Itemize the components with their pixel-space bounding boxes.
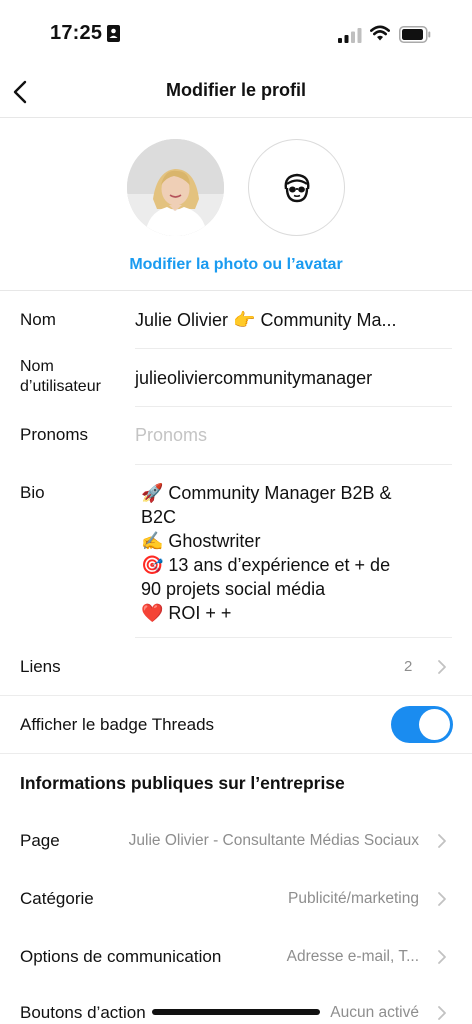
wifi-icon xyxy=(370,25,390,41)
username-label: Nom d’utilisateur xyxy=(20,357,101,397)
bio-line: 🚀 Community Manager B2B & xyxy=(141,483,392,503)
username-label-line2: d’utilisateur xyxy=(20,378,101,395)
edit-photo-link[interactable]: Modifier la photo ou l’avatar xyxy=(0,256,472,274)
business-row-value: Julie Olivier - Consultante Médias Socia… xyxy=(128,832,419,849)
business-row-contact-options[interactable]: Options de communication Adresse e-mail,… xyxy=(0,928,472,986)
bio-field[interactable]: 🚀 Community Manager B2B & B2C ✍️ Ghostwr… xyxy=(141,481,441,625)
business-row-value: Aucun activé xyxy=(330,1004,419,1021)
threads-badge-label: Afficher le badge Threads xyxy=(20,715,215,734)
username-label-line1: Nom xyxy=(20,358,54,375)
nav-bar: Modifier le profil xyxy=(0,70,472,118)
avatar-face-icon xyxy=(284,173,309,202)
toggle-knob xyxy=(419,709,450,740)
divider xyxy=(0,695,472,696)
business-info-title: Informations publiques sur l’entreprise xyxy=(20,773,345,793)
threads-badge-toggle[interactable] xyxy=(391,706,453,743)
business-row-page[interactable]: Page Julie Olivier - Consultante Médias … xyxy=(0,812,472,870)
bio-line: 🎯 13 ans d’expérience et + de xyxy=(141,555,391,575)
bio-line: 90 projets social média xyxy=(141,579,326,599)
chevron-right-icon xyxy=(438,892,446,906)
signal-icon xyxy=(338,28,362,43)
chevron-right-icon xyxy=(438,660,446,674)
chevron-right-icon xyxy=(438,950,446,964)
battery-icon xyxy=(399,26,431,43)
status-time: 17:25 xyxy=(50,22,103,44)
divider xyxy=(135,464,452,465)
status-bar: 17:25 xyxy=(0,0,472,70)
bio-line: ✍️ Ghostwriter xyxy=(141,531,261,551)
avatar-section: Modifier la photo ou l’avatar xyxy=(0,118,472,291)
business-row-category[interactable]: Catégorie Publicité/marketing xyxy=(0,870,472,928)
page-title: Modifier le profil xyxy=(165,80,306,100)
business-row-action-buttons[interactable]: Boutons d’action Aucun activé xyxy=(0,986,472,1024)
name-field[interactable]: Julie Olivier 👉 Community Ma... xyxy=(135,310,396,331)
chevron-right-icon xyxy=(438,834,446,848)
chevron-right-icon xyxy=(438,1006,446,1020)
profile-photo[interactable] xyxy=(127,139,224,236)
home-indicator xyxy=(152,1009,320,1015)
divider xyxy=(135,406,452,407)
divider xyxy=(135,348,452,349)
name-label: Nom xyxy=(20,310,56,329)
links-label: Liens xyxy=(20,657,61,676)
bio-label: Bio xyxy=(20,483,45,502)
business-row-value: Publicité/marketing xyxy=(288,890,419,907)
profile-photo-image xyxy=(127,139,224,236)
pronouns-label: Pronoms xyxy=(20,425,89,444)
links-row[interactable]: Liens 2 xyxy=(0,638,472,695)
business-row-label: Page xyxy=(20,831,60,850)
pronouns-field[interactable]: Pronoms xyxy=(135,425,207,446)
bio-line: B2C xyxy=(141,507,177,527)
id-card-icon xyxy=(107,25,120,42)
bio-line: ❤️ ROI + + xyxy=(141,603,232,623)
business-row-label: Options de communication xyxy=(20,947,222,966)
business-row-value: Adresse e-mail, T... xyxy=(286,948,419,965)
business-row-label: Boutons d’action xyxy=(20,1003,146,1022)
avatar-button[interactable] xyxy=(248,139,345,236)
username-field[interactable]: julieoliviercommunitymanager xyxy=(135,368,372,389)
business-row-label: Catégorie xyxy=(20,889,94,908)
links-count: 2 xyxy=(404,658,413,675)
divider xyxy=(0,753,472,754)
